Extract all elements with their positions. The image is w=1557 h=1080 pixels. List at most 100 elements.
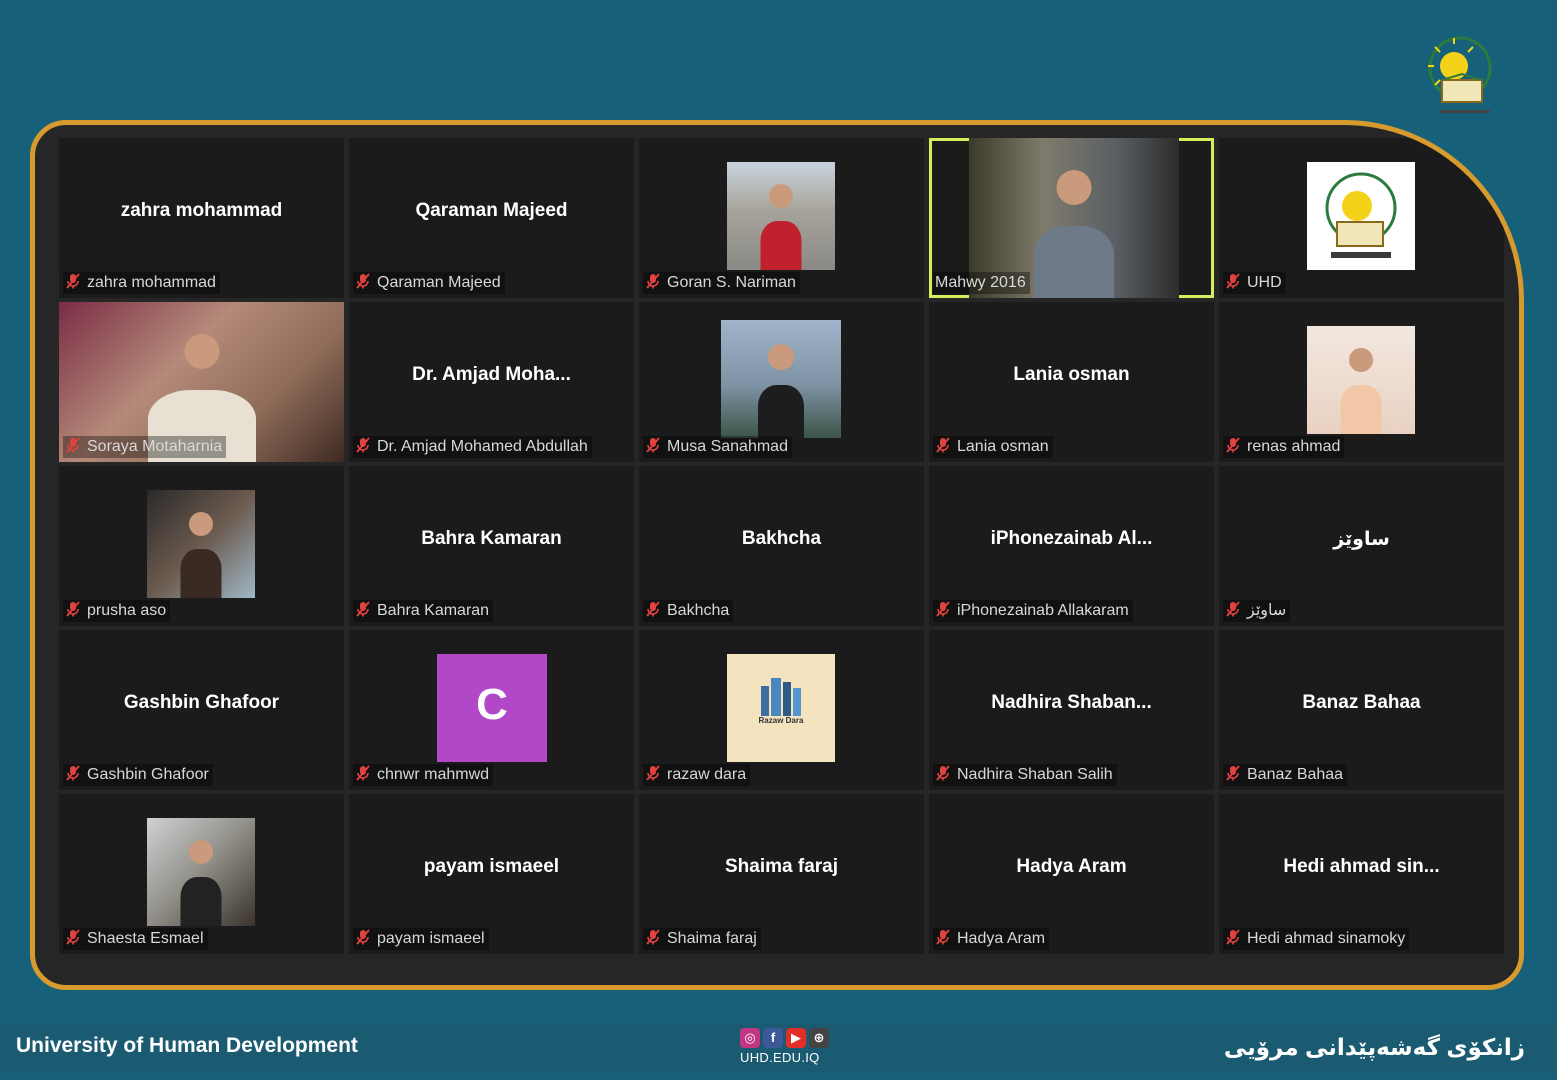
muted-mic-icon <box>356 437 370 453</box>
participant-display-name: Bahra Kamaran <box>421 528 562 549</box>
muted-mic-icon <box>646 273 660 289</box>
participant-name: razaw dara <box>667 766 747 783</box>
participant-name-label: Dr. Amjad Mohamed Abdullah <box>353 436 592 458</box>
muted-mic-icon <box>1226 437 1240 453</box>
participant-name-label: Goran S. Nariman <box>643 272 800 294</box>
participant-name-label: renas ahmad <box>1223 436 1345 458</box>
muted-mic-icon <box>356 273 370 289</box>
participant-tile[interactable]: Nadhira Shaban... Nadhira Shaban Salih <box>929 630 1214 790</box>
participant-tile[interactable]: Hadya Aram Hadya Aram <box>929 794 1214 954</box>
participant-name: UHD <box>1247 274 1282 291</box>
participant-tile[interactable]: Razaw Dara razaw dara <box>639 630 924 790</box>
participant-name: Banaz Bahaa <box>1247 766 1344 783</box>
participant-name: chnwr mahmwd <box>377 766 490 783</box>
participant-tile[interactable]: Soraya Motaharnia <box>59 302 344 462</box>
meeting-gallery-frame: zahra mohammad zahra mohammad Qaraman Maje… <box>30 120 1524 990</box>
muted-mic-icon <box>936 601 950 617</box>
participant-name-label: Hadya Aram <box>933 928 1050 950</box>
participant-display-name: Qaraman Majeed <box>415 200 568 221</box>
participant-name: prusha aso <box>87 602 167 619</box>
muted-mic-icon <box>66 273 80 289</box>
participant-tile[interactable]: Shaesta Esmael <box>59 794 344 954</box>
participant-video <box>1307 326 1415 434</box>
participant-display-name: Gashbin Ghafoor <box>123 692 280 713</box>
university-name-english: University of Human Development <box>16 1034 358 1057</box>
participant-tile[interactable]: UHD <box>1219 138 1504 298</box>
participant-tile[interactable]: prusha aso <box>59 466 344 626</box>
participant-name: Mahwy 2016 <box>935 274 1026 291</box>
avatar-letter: C <box>476 680 508 729</box>
muted-mic-icon <box>936 929 950 945</box>
participant-tile[interactable]: Hedi ahmad sin... Hedi ahmad sinamoky <box>1219 794 1504 954</box>
participant-name: Gashbin Ghafoor <box>87 766 209 783</box>
participant-name: Qaraman Majeed <box>377 274 501 291</box>
participant-name-label: Mahwy 2016 <box>933 272 1030 294</box>
participant-display-name: Lania osman <box>1013 364 1130 385</box>
participant-name: ساوێز <box>1247 602 1287 619</box>
muted-mic-icon <box>1226 601 1240 617</box>
participant-name-label: prusha aso <box>63 600 171 622</box>
muted-mic-icon <box>646 437 660 453</box>
participant-grid: zahra mohammad zahra mohammad Qaraman Maje… <box>59 138 1504 954</box>
participant-tile[interactable]: zahra mohammad zahra mohammad <box>59 138 344 298</box>
participant-display-name: Hadya Aram <box>1016 856 1127 877</box>
avatar-caption: Razaw Dara <box>758 716 804 725</box>
participant-name: Nadhira Shaban Salih <box>957 766 1113 783</box>
participant-video <box>721 320 841 438</box>
participant-tile[interactable]: Bahra Kamaran Bahra Kamaran <box>349 466 634 626</box>
muted-mic-icon <box>356 601 370 617</box>
participant-name-label: Soraya Motaharnia <box>63 436 227 458</box>
participant-tile[interactable]: renas ahmad <box>1219 302 1504 462</box>
participant-name: Musa Sanahmad <box>667 438 788 455</box>
participant-name-label: Gashbin Ghafoor <box>63 764 213 786</box>
participant-tile[interactable]: ساوێز ساوێز <box>1219 466 1504 626</box>
participant-name-label: Shaima faraj <box>643 928 761 950</box>
youtube-icon[interactable]: ▶ <box>786 1028 806 1048</box>
participant-display-name: ساوێز <box>1333 529 1390 550</box>
participant-tile[interactable]: Dr. Amjad Moha... Dr. Amjad Mohamed Abdul… <box>349 302 634 462</box>
participant-name: zahra mohammad <box>87 274 216 291</box>
participant-name-label: Lania osman <box>933 436 1053 458</box>
participant-name: Bakhcha <box>667 602 730 619</box>
participant-tile[interactable]: Shaima faraj Shaima faraj <box>639 794 924 954</box>
participant-name: Dr. Amjad Mohamed Abdullah <box>377 438 588 455</box>
muted-mic-icon <box>936 765 950 781</box>
social-links: ◎ f ▶ ⊕ UHD.EDU.IQ <box>740 1028 830 1072</box>
muted-mic-icon <box>646 929 660 945</box>
website-link[interactable]: UHD.EDU.IQ <box>740 1050 830 1065</box>
participant-display-name: payam ismaeel <box>423 856 560 877</box>
participant-display-name: Bakhcha <box>741 528 822 549</box>
participant-name: payam ismaeel <box>377 930 485 947</box>
muted-mic-icon <box>646 765 660 781</box>
muted-mic-icon <box>66 929 80 945</box>
muted-mic-icon <box>1226 273 1240 289</box>
participant-tile[interactable]: payam ismaeel payam ismaeel <box>349 794 634 954</box>
participant-name-label: Nadhira Shaban Salih <box>933 764 1117 786</box>
participant-name-label: Bahra Kamaran <box>353 600 494 622</box>
participant-name-label: Musa Sanahmad <box>643 436 792 458</box>
participant-name-label: Hedi ahmad sinamoky <box>1223 928 1410 950</box>
muted-mic-icon <box>936 437 950 453</box>
participant-tile[interactable]: Goran S. Nariman <box>639 138 924 298</box>
web-icon[interactable]: ⊕ <box>809 1028 829 1048</box>
participant-tile[interactable]: Bakhcha Bakhcha <box>639 466 924 626</box>
participant-tile[interactable]: Musa Sanahmad <box>639 302 924 462</box>
participant-tile[interactable]: Banaz Bahaa Banaz Bahaa <box>1219 630 1504 790</box>
participant-tile[interactable]: Gashbin Ghafoor Gashbin Ghafoor <box>59 630 344 790</box>
participant-name-label: Bakhcha <box>643 600 734 622</box>
participant-tile[interactable]: Cchnwr mahmwd <box>349 630 634 790</box>
participant-name-label: payam ismaeel <box>353 928 489 950</box>
participant-name-label: chnwr mahmwd <box>353 764 494 786</box>
muted-mic-icon <box>1226 929 1240 945</box>
participant-tile[interactable]: Mahwy 2016 <box>929 138 1214 298</box>
participant-tile[interactable]: iPhonezainab Al... iPhonezainab Allakaram <box>929 466 1214 626</box>
participant-tile[interactable]: Qaraman Majeed Qaraman Majeed <box>349 138 634 298</box>
participant-name-label: razaw dara <box>643 764 751 786</box>
participant-video <box>147 490 255 598</box>
instagram-icon[interactable]: ◎ <box>740 1028 760 1048</box>
participant-tile[interactable]: Lania osman Lania osman <box>929 302 1214 462</box>
participant-display-name: Dr. Amjad Moha... <box>412 364 571 385</box>
avatar: C <box>437 654 547 762</box>
participant-name-label: ساوێز <box>1223 600 1291 622</box>
facebook-icon[interactable]: f <box>763 1028 783 1048</box>
